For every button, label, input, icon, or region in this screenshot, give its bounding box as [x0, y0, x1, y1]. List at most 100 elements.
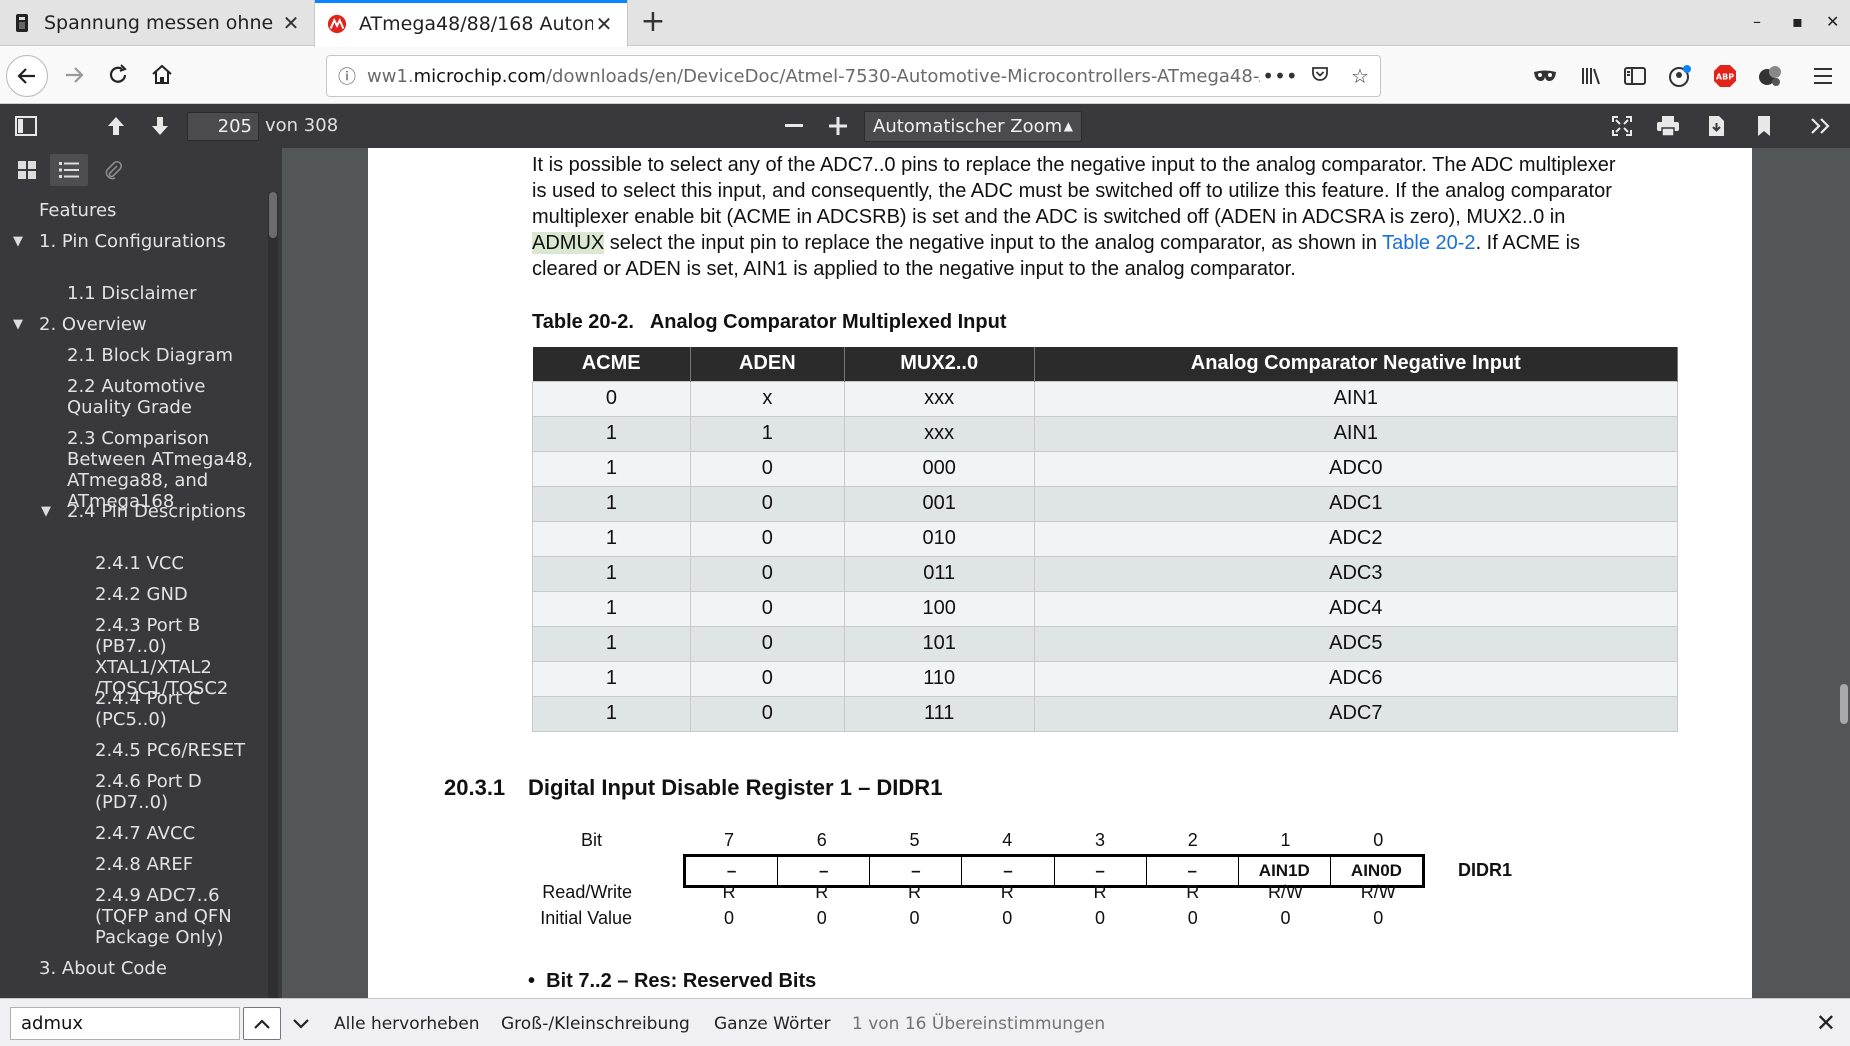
presentation-mode-button[interactable]: [1604, 108, 1640, 144]
outline-item[interactable]: 1.1 Disclaimer: [67, 283, 266, 304]
table-cell: 110: [843, 660, 1035, 697]
table-cell: 0: [689, 660, 845, 697]
site-info-icon[interactable]: ⓘ: [327, 63, 367, 89]
bit-number: 6: [816, 830, 827, 850]
outline-item[interactable]: 2.4.1 VCC: [95, 553, 266, 574]
bit-number: 4: [1002, 830, 1013, 850]
find-previous-button[interactable]: [243, 1007, 281, 1040]
bookmark-view-button[interactable]: [1746, 108, 1782, 144]
viewer-scrollbar[interactable]: [1840, 684, 1848, 724]
thumbnails-view-button[interactable]: [8, 154, 46, 186]
outline-item[interactable]: 2.4.2 GND: [95, 584, 266, 605]
outline-item[interactable]: ▼ 2.4 Pin Descriptions: [41, 501, 266, 522]
find-input[interactable]: admux: [10, 1007, 240, 1040]
table-cell: 011: [843, 555, 1035, 592]
private-mask-icon[interactable]: [1528, 59, 1562, 93]
bookmark-star-icon[interactable]: ☆: [1340, 64, 1380, 88]
arrow-right-icon: [66, 67, 84, 83]
account-icon[interactable]: [1663, 59, 1697, 93]
maximize-icon[interactable]: ▪: [1792, 12, 1803, 31]
initial-value: 0: [1002, 908, 1013, 928]
back-button[interactable]: [6, 55, 48, 97]
close-find-icon[interactable]: ✕: [1816, 1009, 1836, 1037]
page-actions-icon[interactable]: •••: [1260, 64, 1300, 88]
outline-item[interactable]: 3. About Code: [39, 958, 259, 979]
outline-toggle-icon[interactable]: ▼: [41, 501, 51, 522]
tab-strip: Spannung messen ohne Po ✕ ATmega48/88/16…: [0, 0, 1850, 47]
next-page-button[interactable]: [142, 108, 178, 144]
reload-button[interactable]: [98, 55, 138, 95]
initial-value: 0: [816, 908, 827, 928]
outline-item[interactable]: ▼ 1. Pin Configurations: [13, 231, 259, 252]
whole-words-toggle[interactable]: Ganze Wörter: [714, 1014, 830, 1034]
new-tab-button[interactable]: +: [636, 6, 670, 40]
outline-item[interactable]: 2.2 Automotive Quality Grade: [67, 376, 266, 418]
print-button[interactable]: [1650, 108, 1686, 144]
outline-view-button[interactable]: [50, 154, 88, 186]
close-tab-icon[interactable]: ✕: [280, 11, 302, 35]
arrow-down-icon: [152, 117, 168, 135]
toggle-sidebar-button[interactable]: [8, 108, 44, 144]
window-close-icon[interactable]: ✕: [1826, 12, 1839, 31]
table-cell: ADC7: [1033, 695, 1679, 732]
tools-button[interactable]: [1802, 108, 1838, 144]
table-cell: 1: [532, 520, 691, 557]
extension-icon[interactable]: [1753, 59, 1787, 93]
pocket-icon[interactable]: [1300, 64, 1340, 89]
register-name: DIDR1: [1458, 860, 1513, 880]
tab-atmega[interactable]: ATmega48/88/168 Automot ✕: [314, 0, 628, 47]
outline-item[interactable]: 2.4.3 Port B (PB7..0) XTAL1/XTAL2 /TOSC1…: [95, 615, 266, 699]
outline-item[interactable]: ▼ 2. Overview: [13, 314, 259, 335]
table-link[interactable]: Table 20-2: [1382, 232, 1475, 254]
adblock-plus-icon[interactable]: ABP: [1708, 59, 1742, 93]
table-cell: 0: [689, 590, 845, 627]
outline-item[interactable]: 2.4.7 AVCC: [95, 823, 266, 844]
outline-item[interactable]: Features: [39, 200, 259, 221]
outline-item[interactable]: 2.4.6 Port D (PD7..0): [95, 771, 266, 813]
outline-item[interactable]: 2.4.5 PC6/RESET: [95, 740, 266, 761]
url-bar[interactable]: ⓘ ww1.microchip.com/downloads/en/DeviceD…: [326, 55, 1381, 97]
previous-page-button[interactable]: [98, 108, 134, 144]
download-button[interactable]: [1698, 108, 1734, 144]
match-case-toggle[interactable]: Groß-/Kleinschreibung: [501, 1014, 690, 1034]
find-next-button[interactable]: [282, 1007, 320, 1040]
attachments-view-button[interactable]: [94, 154, 132, 186]
register-diagram: Bit – – – – – – AIN1D AIN0D DIDR1 Read/Write In…: [368, 816, 1752, 946]
double-chevron-right-icon: [1811, 118, 1830, 134]
bit-number: 2: [1187, 830, 1198, 850]
page-number-input[interactable]: 205: [187, 112, 259, 141]
register-field: –: [1055, 857, 1147, 885]
forward-button[interactable]: [54, 55, 94, 95]
bit-label: Bit: [580, 830, 602, 850]
close-tab-icon[interactable]: ✕: [593, 12, 615, 36]
highlight-all-toggle[interactable]: Alle hervorheben: [334, 1014, 480, 1034]
outline-item-label: 2.1 Block Diagram: [67, 345, 234, 366]
body-paragraph: It is possible to select any of the ADC7…: [532, 154, 1616, 280]
register-field: AIN0D: [1350, 861, 1402, 880]
outline-item[interactable]: 2.1 Block Diagram: [67, 345, 266, 366]
table-header: ACME: [532, 347, 691, 381]
outline-item[interactable]: 2.4.4 Port C (PC5..0): [95, 688, 266, 730]
zoom-out-button[interactable]: [776, 108, 812, 144]
tab-spannung[interactable]: Spannung messen ohne Po ✕: [0, 0, 314, 46]
outline-item-label: 3. About Code: [39, 958, 167, 979]
outline-toggle-icon[interactable]: ▼: [13, 231, 23, 252]
table-row: 1 0 011 ADC3: [532, 555, 1679, 592]
minimize-icon[interactable]: –: [1753, 12, 1761, 31]
access-value: R: [1093, 882, 1107, 902]
zoom-in-button[interactable]: [820, 108, 856, 144]
sidebar-scrollbar[interactable]: [268, 192, 278, 998]
home-button[interactable]: [142, 55, 182, 95]
table-cell: ADC2: [1033, 520, 1679, 557]
outline-item[interactable]: 2.3 Comparison Between ATmega48, ATmega8…: [67, 428, 266, 512]
access-value: R/W: [1360, 882, 1396, 902]
sidebar-toggle-icon[interactable]: [1618, 59, 1652, 93]
table-cell: xxx: [843, 415, 1035, 452]
menu-icon[interactable]: [1806, 59, 1840, 93]
table-cell: 010: [843, 520, 1035, 557]
library-icon[interactable]: [1574, 59, 1608, 93]
outline-toggle-icon[interactable]: ▼: [13, 314, 23, 335]
outline-item[interactable]: 2.4.8 AREF: [95, 854, 266, 875]
zoom-select[interactable]: Automatischer Zoom ▲▼: [864, 111, 1082, 162]
outline-item[interactable]: 2.4.9 ADC7..6 (TQFP and QFN Package Only…: [95, 885, 266, 948]
